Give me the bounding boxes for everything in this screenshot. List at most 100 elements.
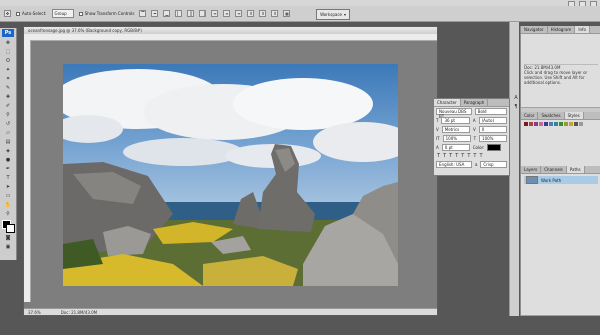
tab-info[interactable]: Info bbox=[575, 26, 590, 33]
eraser-tool-icon[interactable]: ▱ bbox=[2, 129, 14, 136]
healing-brush-tool-icon[interactable]: ✚ bbox=[2, 93, 14, 100]
leading-icon: A bbox=[472, 118, 476, 123]
background-color[interactable] bbox=[6, 224, 15, 233]
subscript-icon[interactable]: T bbox=[467, 153, 470, 159]
kerning-field[interactable]: Metrics bbox=[441, 126, 470, 133]
coastal-photo bbox=[63, 64, 398, 286]
distribute-center-icon[interactable]: ≡ bbox=[223, 10, 231, 17]
path-selection-tool-icon[interactable]: ➤ bbox=[2, 183, 14, 190]
tab-histogram[interactable]: Histogram bbox=[548, 26, 576, 33]
clone-stamp-tool-icon[interactable]: ⚲ bbox=[2, 111, 14, 118]
style-swatch[interactable] bbox=[579, 122, 583, 126]
style-swatch[interactable] bbox=[564, 122, 568, 126]
faux-bold-icon[interactable]: T bbox=[437, 153, 440, 159]
tracking-field[interactable]: 0 bbox=[478, 126, 507, 133]
font-family-select[interactable]: Nouveau DBS BT bbox=[436, 108, 472, 119]
style-swatch[interactable] bbox=[569, 122, 573, 126]
screen-mode-icon[interactable]: ▣ bbox=[2, 243, 14, 250]
tab-color[interactable]: Color bbox=[521, 112, 539, 119]
kerning-icon: V bbox=[436, 127, 439, 132]
faux-italic-icon[interactable]: T bbox=[443, 153, 446, 159]
distribute-right-icon[interactable]: ⦀ bbox=[271, 10, 279, 17]
eyedropper-tool-icon[interactable]: ✎ bbox=[2, 84, 14, 91]
gradient-tool-icon[interactable]: ▤ bbox=[2, 138, 14, 145]
small-caps-icon[interactable]: T bbox=[455, 153, 458, 159]
quick-mask-icon[interactable]: ◙ bbox=[2, 234, 14, 241]
brush-tool-icon[interactable]: ✐ bbox=[2, 102, 14, 109]
zoom-level[interactable]: 37.6% bbox=[28, 310, 41, 315]
horizontal-scale-icon: T bbox=[473, 136, 477, 141]
tab-swatches[interactable]: Swatches bbox=[538, 112, 565, 119]
superscript-icon[interactable]: T bbox=[461, 153, 464, 159]
blur-tool-icon[interactable]: ◈ bbox=[2, 147, 14, 154]
text-color-swatch[interactable] bbox=[487, 144, 502, 151]
move-tool-icon[interactable]: ✥ bbox=[4, 10, 11, 17]
move-tool-icon[interactable]: ✥ bbox=[2, 39, 14, 46]
style-swatch[interactable] bbox=[554, 122, 558, 126]
hand-tool-icon[interactable]: ✋ bbox=[2, 201, 14, 208]
marquee-tool-icon[interactable]: ⬚ bbox=[2, 48, 14, 55]
path-item[interactable]: Work Path bbox=[524, 176, 598, 184]
style-swatch[interactable] bbox=[559, 122, 563, 126]
navigator-panel: Navigator Histogram Info Doc: 21.8M/43.0… bbox=[521, 26, 600, 108]
align-middle-icon[interactable]: ═ bbox=[151, 10, 159, 17]
style-swatch[interactable] bbox=[574, 122, 578, 126]
color-swatches[interactable] bbox=[2, 220, 15, 233]
style-swatch[interactable] bbox=[524, 122, 528, 126]
pen-tool-icon[interactable]: ✒ bbox=[2, 165, 14, 172]
antialias-select[interactable]: Crisp bbox=[480, 161, 507, 168]
align-left-icon[interactable]: ▏ bbox=[175, 10, 183, 17]
style-swatch[interactable] bbox=[529, 122, 533, 126]
align-bottom-icon[interactable]: ▁ bbox=[163, 10, 171, 17]
style-swatch[interactable] bbox=[534, 122, 538, 126]
dodge-tool-icon[interactable]: ● bbox=[2, 156, 14, 163]
distribute-bottom-icon[interactable]: ≡ bbox=[235, 10, 243, 17]
shape-tool-icon[interactable]: ▭ bbox=[2, 192, 14, 199]
vertical-ruler bbox=[24, 40, 31, 302]
auto-select-checkbox[interactable] bbox=[16, 11, 20, 16]
magic-wand-tool-icon[interactable]: ✦ bbox=[2, 66, 14, 73]
align-top-icon[interactable]: ▔ bbox=[139, 10, 147, 17]
horizontal-scale-field[interactable]: 100% bbox=[479, 135, 508, 142]
vertical-scale-icon: IT bbox=[436, 136, 440, 141]
type-style-buttons: T T T T T T T T bbox=[434, 152, 509, 160]
crop-tool-icon[interactable]: ⌗ bbox=[2, 75, 14, 82]
font-style-select[interactable]: Bold bbox=[474, 108, 507, 115]
tab-styles[interactable]: Styles bbox=[564, 112, 584, 119]
auto-align-icon[interactable]: ▦ bbox=[283, 10, 291, 17]
vertical-scale-field[interactable]: 100% bbox=[442, 135, 471, 142]
tab-paragraph[interactable]: Paragraph bbox=[461, 99, 489, 106]
info-readout: Doc: 21.8M/43.0M Click and drag to move … bbox=[521, 34, 600, 87]
type-tool-icon[interactable]: T bbox=[2, 174, 14, 181]
distribute-hcenter-icon[interactable]: ⦀ bbox=[259, 10, 267, 17]
style-swatch[interactable] bbox=[539, 122, 543, 126]
style-swatch[interactable] bbox=[544, 122, 548, 126]
align-center-icon[interactable]: ║ bbox=[187, 10, 195, 17]
workspace-button[interactable]: Workspace ▾ bbox=[316, 9, 350, 20]
auto-select-dropdown[interactable]: Group bbox=[51, 9, 74, 18]
path-name: Work Path bbox=[541, 177, 562, 183]
tab-channels[interactable]: Channels bbox=[541, 166, 567, 173]
show-transform-checkbox[interactable] bbox=[78, 11, 83, 16]
baseline-field[interactable]: 0 pt bbox=[441, 144, 470, 151]
tab-layers[interactable]: Layers bbox=[521, 166, 542, 173]
distribute-left-icon[interactable]: ⦀ bbox=[247, 10, 255, 17]
canvas-image[interactable] bbox=[63, 64, 398, 286]
language-select[interactable]: English: USA bbox=[436, 161, 472, 168]
lasso-tool-icon[interactable]: ʘ bbox=[2, 57, 14, 64]
tab-character[interactable]: Character bbox=[434, 99, 461, 106]
strikethrough-icon[interactable]: T bbox=[479, 153, 482, 159]
all-caps-icon[interactable]: T bbox=[449, 153, 452, 159]
align-right-icon[interactable]: ▕ bbox=[199, 10, 207, 17]
auto-select-option[interactable]: Auto-Select: bbox=[16, 11, 47, 16]
zoom-tool-icon[interactable]: ⚲ bbox=[2, 210, 14, 217]
show-transform-option[interactable]: Show Transform Controls bbox=[78, 11, 134, 16]
tab-paths[interactable]: Paths bbox=[566, 166, 585, 173]
leading-field[interactable]: (Auto) bbox=[478, 117, 507, 124]
underline-icon[interactable]: T bbox=[473, 153, 476, 159]
font-size-field[interactable]: 36 pt bbox=[441, 117, 470, 124]
history-brush-tool-icon[interactable]: ↺ bbox=[2, 120, 14, 127]
tab-navigator[interactable]: Navigator bbox=[521, 26, 548, 33]
distribute-top-icon[interactable]: ≡ bbox=[211, 10, 219, 17]
style-swatch[interactable] bbox=[549, 122, 553, 126]
